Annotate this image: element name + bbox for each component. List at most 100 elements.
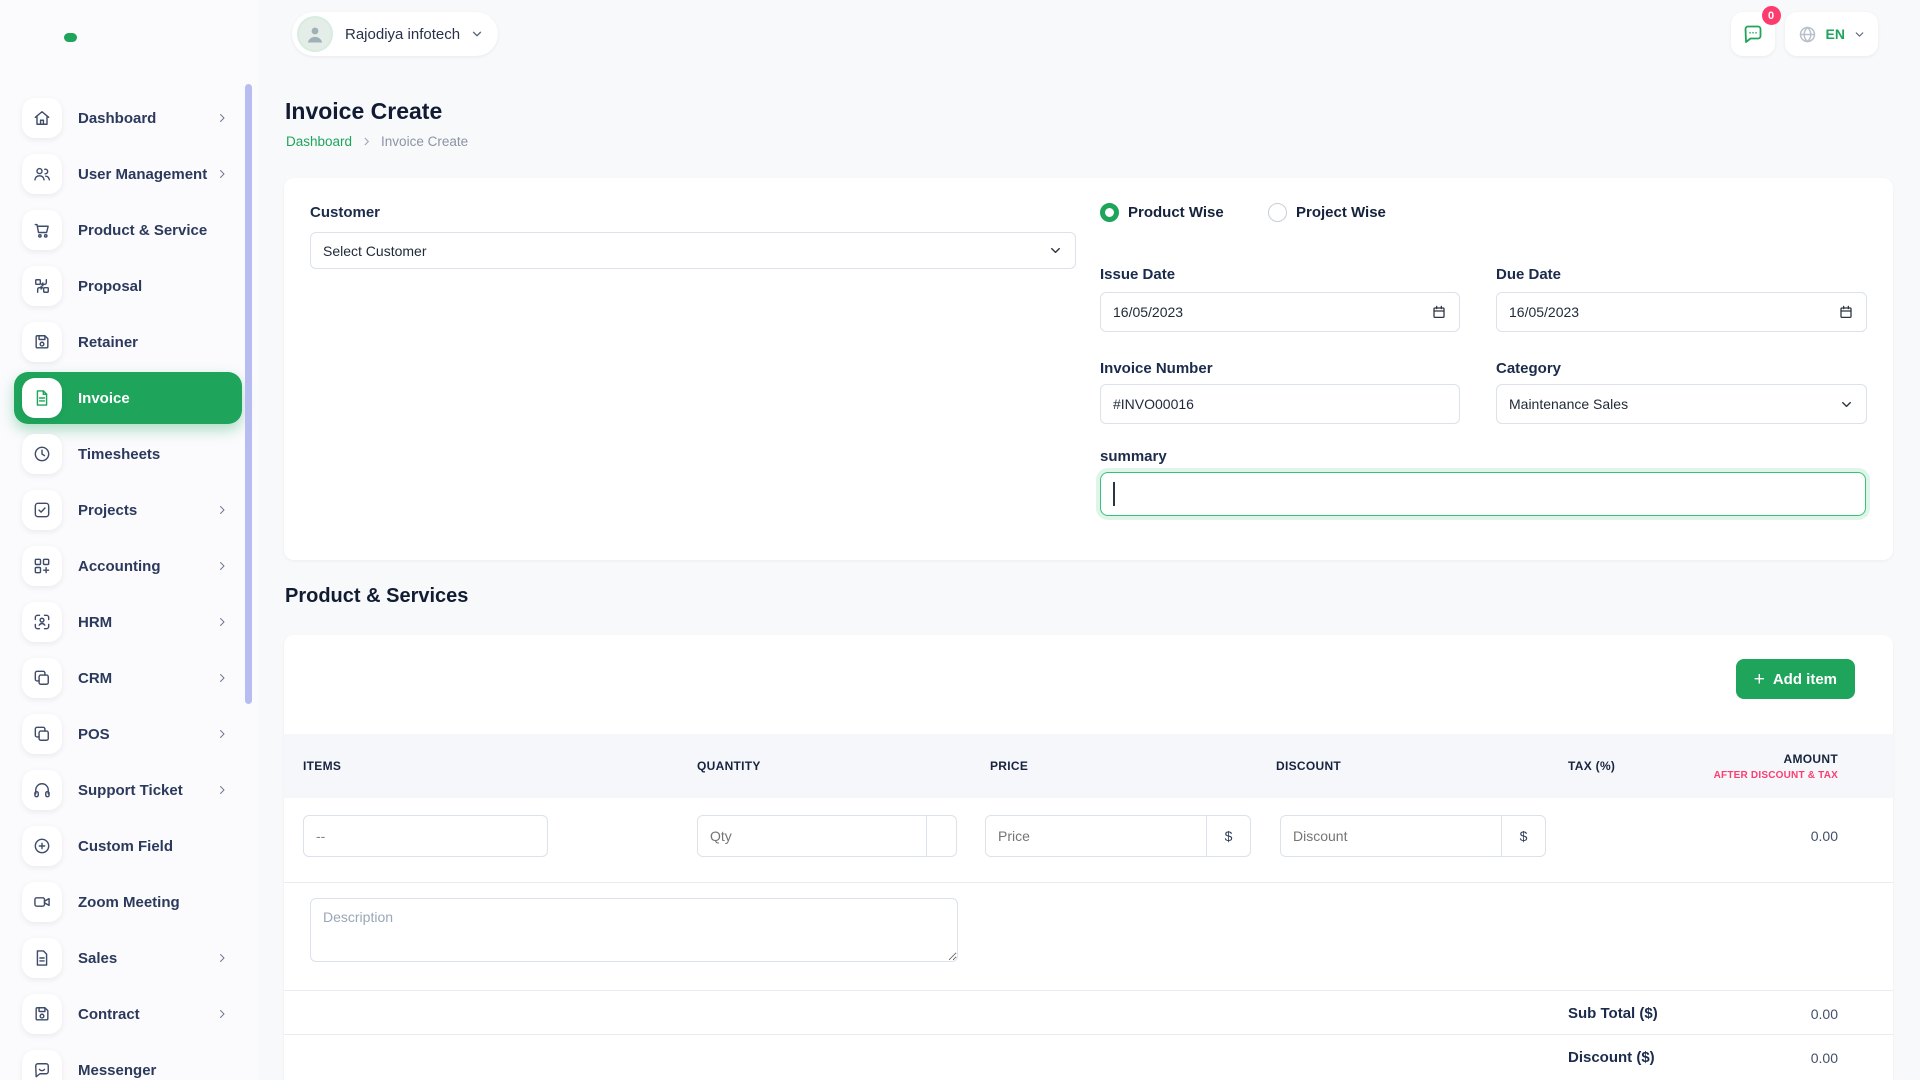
due-date-input[interactable]: 16/05/2023 bbox=[1496, 292, 1867, 332]
chevron-right-icon bbox=[216, 784, 228, 796]
discount-currency-suffix: $ bbox=[1501, 816, 1545, 856]
sidebar-item-invoice[interactable]: Invoice bbox=[14, 372, 242, 424]
sidebar-scrollbar[interactable] bbox=[245, 84, 252, 704]
file-icon bbox=[22, 938, 62, 978]
col-header-amount: AMOUNT AFTER DISCOUNT & TAX bbox=[1714, 734, 1838, 798]
col-header-items: ITEMS bbox=[303, 734, 341, 798]
company-selector[interactable]: Rajodiya infotech bbox=[292, 12, 498, 56]
category-select[interactable]: Maintenance Sales bbox=[1496, 384, 1867, 424]
col-header-tax: TAX (%) bbox=[1568, 734, 1615, 798]
quantity-suffix bbox=[926, 816, 956, 856]
company-name: Rajodiya infotech bbox=[345, 26, 460, 43]
project-wise-radio[interactable]: Project Wise bbox=[1268, 203, 1386, 222]
col-header-price: PRICE bbox=[990, 734, 1028, 798]
sidebar-item-sales[interactable]: Sales bbox=[14, 932, 242, 984]
quantity-input-group bbox=[697, 815, 957, 857]
topbar-actions: 0 EN bbox=[1731, 12, 1878, 56]
price-input-group: $ bbox=[985, 815, 1251, 857]
chevron-right-icon bbox=[216, 168, 228, 180]
price-currency-suffix: $ bbox=[1206, 816, 1250, 856]
sidebar-item-projects[interactable]: Projects bbox=[14, 484, 242, 536]
category-label: Category bbox=[1496, 360, 1561, 377]
calendar-icon bbox=[1838, 304, 1854, 320]
products-section-title: Product & Services bbox=[285, 585, 468, 608]
discount-total-row: Discount ($) 0.00 bbox=[284, 1034, 1893, 1078]
summary-textarea[interactable] bbox=[1100, 472, 1866, 516]
calendar-icon bbox=[1431, 304, 1447, 320]
chevron-down-icon bbox=[1853, 28, 1866, 41]
description-section bbox=[284, 882, 1893, 883]
invoice-number-input[interactable] bbox=[1100, 384, 1460, 424]
chevron-down-icon bbox=[470, 27, 484, 41]
radio-checked-icon bbox=[1100, 203, 1119, 222]
plus-circle-icon bbox=[22, 826, 62, 866]
description-textarea[interactable] bbox=[310, 898, 958, 962]
sidebar-item-crm[interactable]: CRM bbox=[14, 652, 242, 704]
clock-icon bbox=[22, 434, 62, 474]
product-wise-radio[interactable]: Product Wise bbox=[1100, 203, 1224, 222]
video-icon bbox=[22, 882, 62, 922]
language-code: EN bbox=[1826, 26, 1845, 42]
issue-date-label: Issue Date bbox=[1100, 266, 1175, 283]
discount-input[interactable] bbox=[1281, 816, 1501, 856]
sidebar-item-hrm[interactable]: HRM bbox=[14, 596, 242, 648]
sidebar-item-support-ticket[interactable]: Support Ticket bbox=[14, 764, 242, 816]
company-avatar bbox=[297, 16, 333, 52]
proposal-icon bbox=[22, 266, 62, 306]
sidebar-item-product-service[interactable]: Product & Service bbox=[14, 204, 242, 256]
sidebar-item-zoom-meeting[interactable]: Zoom Meeting bbox=[14, 876, 242, 928]
globe-icon bbox=[1797, 24, 1818, 45]
messages-button[interactable]: 0 bbox=[1731, 12, 1775, 56]
grid-plus-icon bbox=[22, 546, 62, 586]
summary-label: summary bbox=[1100, 448, 1167, 465]
page-title: Invoice Create bbox=[285, 98, 442, 125]
amount-subheader: AFTER DISCOUNT & TAX bbox=[1714, 770, 1838, 781]
issue-date-input[interactable]: 16/05/2023 bbox=[1100, 292, 1460, 332]
discount-input-group: $ bbox=[1280, 815, 1546, 857]
sidebar-item-pos[interactable]: POS bbox=[14, 708, 242, 760]
chevron-right-icon bbox=[216, 1008, 228, 1020]
sidebar-item-custom-field[interactable]: Custom Field bbox=[14, 820, 242, 872]
chat-icon bbox=[22, 1050, 62, 1080]
item-select[interactable]: -- bbox=[303, 815, 548, 857]
person-target-icon bbox=[22, 602, 62, 642]
users-icon bbox=[22, 154, 62, 194]
sidebar-item-proposal[interactable]: Proposal bbox=[14, 260, 242, 312]
check-square-icon bbox=[22, 490, 62, 530]
add-item-button[interactable]: + Add item bbox=[1736, 659, 1855, 699]
file-invoice-icon bbox=[22, 378, 62, 418]
subtotal-row: Sub Total ($) 0.00 bbox=[284, 990, 1893, 1034]
sidebar-item-retainer[interactable]: Retainer bbox=[14, 316, 242, 368]
floppy-icon bbox=[22, 322, 62, 362]
chevron-right-icon bbox=[216, 504, 228, 516]
sidebar-item-contract[interactable]: Contract bbox=[14, 988, 242, 1040]
chevron-right-icon bbox=[216, 672, 228, 684]
sidebar: DashboardUser ManagementProduct & Servic… bbox=[0, 0, 258, 1080]
app-window: DASH Rajodiya infotech 0 EN Dashboa bbox=[0, 0, 1920, 1080]
chevron-right-icon bbox=[216, 616, 228, 628]
chat-bubble-icon bbox=[1741, 22, 1765, 46]
chevron-right-icon bbox=[216, 112, 228, 124]
customer-label: Customer bbox=[310, 204, 380, 221]
language-selector[interactable]: EN bbox=[1785, 12, 1878, 56]
chevron-right-icon bbox=[216, 560, 228, 572]
sidebar-item-messenger[interactable]: Messenger bbox=[14, 1044, 242, 1080]
plus-icon: + bbox=[1754, 670, 1765, 689]
messages-badge: 0 bbox=[1762, 6, 1781, 25]
products-table-card: + Add item ITEMS QUANTITY PRICE DISCOUNT… bbox=[284, 635, 1893, 1080]
due-date-label: Due Date bbox=[1496, 266, 1561, 283]
invoice-number-label: Invoice Number bbox=[1100, 360, 1213, 377]
stacked-squares-icon bbox=[22, 658, 62, 698]
chevron-down-icon bbox=[1839, 397, 1854, 412]
sidebar-item-timesheets[interactable]: Timesheets bbox=[14, 428, 242, 480]
quantity-input[interactable] bbox=[698, 816, 926, 856]
text-caret bbox=[1113, 482, 1115, 506]
customer-select[interactable]: Select Customer bbox=[310, 232, 1076, 269]
price-input[interactable] bbox=[986, 816, 1206, 856]
sidebar-item-accounting[interactable]: Accounting bbox=[14, 540, 242, 592]
sidebar-item-user-management[interactable]: User Management bbox=[14, 148, 242, 200]
sidebar-item-dashboard[interactable]: Dashboard bbox=[14, 92, 242, 144]
row-amount-value: 0.00 bbox=[1811, 828, 1838, 844]
breadcrumb-dashboard-link[interactable]: Dashboard bbox=[286, 134, 352, 149]
chevron-down-icon bbox=[1048, 243, 1063, 258]
